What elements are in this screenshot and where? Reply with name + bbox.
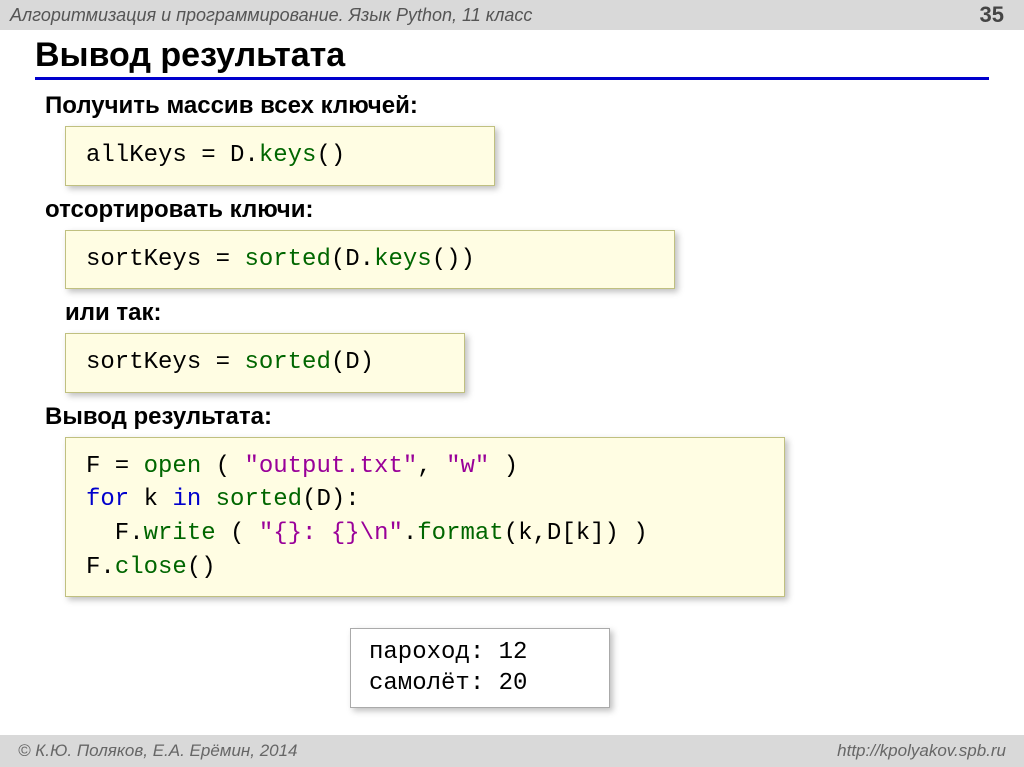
code-allkeys: allKeys = D.keys() (65, 126, 495, 186)
code-sortkeys1: sortKeys = sorted(D.keys()) (65, 230, 675, 290)
header-bar: Алгоритмизация и программирование. Язык … (0, 0, 1024, 30)
breadcrumb: Алгоритмизация и программирование. Язык … (10, 5, 532, 26)
section-label-1: Получить массив всех ключей: (45, 92, 989, 120)
footer-link[interactable]: http://kpolyakov.spb.ru (837, 741, 1006, 761)
output-line-1: пароход: 12 (369, 639, 527, 666)
output-box: пароход: 12 самолёт: 20 (350, 628, 610, 708)
section-label-3: Вывод результата: (45, 403, 989, 431)
section-label-2: отсортировать ключи: (45, 196, 989, 224)
output-line-2: самолёт: 20 (369, 670, 527, 697)
page-number: 35 (980, 2, 1004, 28)
footer-bar: © К.Ю. Поляков, Е.А. Ерёмин, 2014 http:/… (0, 735, 1024, 767)
or-label: или так: (65, 299, 989, 327)
slide-content: Вывод результата Получить массив всех кл… (0, 30, 1024, 597)
code-main: F = open ( "output.txt", "w" ) for k in … (65, 437, 785, 597)
slide-title: Вывод результата (35, 36, 989, 80)
footer-copyright: © К.Ю. Поляков, Е.А. Ерёмин, 2014 (18, 741, 298, 761)
code-sortkeys2: sortKeys = sorted(D) (65, 333, 465, 393)
